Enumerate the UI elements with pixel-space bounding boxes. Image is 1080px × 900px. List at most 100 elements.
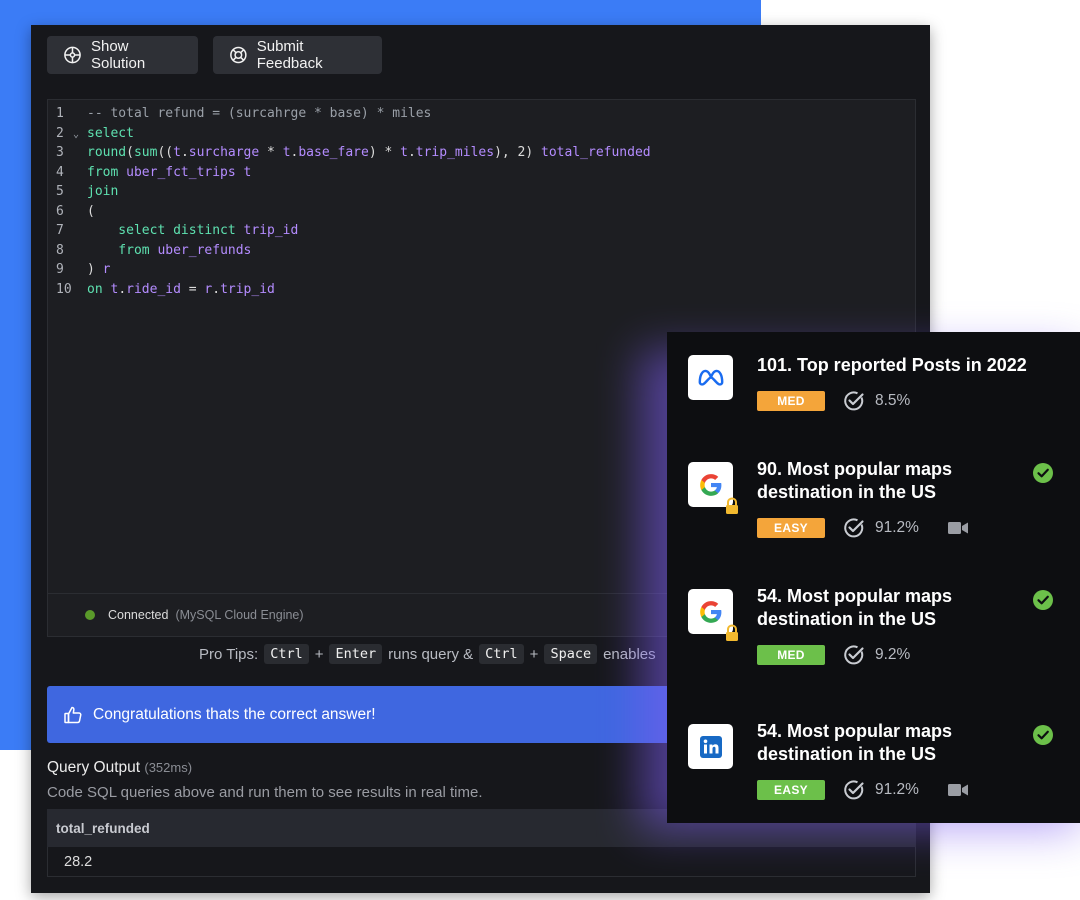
code-text: round(sum((t.surcharge * t.base_fare) * … bbox=[87, 143, 651, 163]
code-token: ride_id bbox=[126, 281, 181, 297]
kbd-plus-2: + bbox=[529, 645, 539, 663]
question-list-panel: 101. Top reported Posts in 2022 MED 8.5% 90… bbox=[667, 332, 1080, 823]
code-token: base_fare bbox=[298, 145, 369, 160]
question-title[interactable]: 54. Most popular maps destination in the… bbox=[757, 720, 1027, 766]
acceptance-rate-icon bbox=[844, 780, 864, 800]
code-line: 3 round(sum((t.surcharge * t.base_fare) *… bbox=[48, 143, 915, 163]
acceptance-rate-icon bbox=[844, 645, 864, 665]
code-token: . bbox=[118, 281, 127, 297]
code-line: 8 from uber_refunds bbox=[48, 241, 915, 261]
line-number: 6 bbox=[56, 203, 64, 219]
question-card[interactable]: 90. Most popular maps destination in the… bbox=[667, 458, 1080, 558]
code-token: . bbox=[180, 145, 189, 160]
result-cell: 28.2 bbox=[47, 847, 916, 877]
code-token: on bbox=[87, 281, 111, 297]
question-title[interactable]: 90. Most popular maps destination in the… bbox=[757, 458, 1027, 504]
tips-runs-text: runs query & bbox=[388, 645, 474, 663]
query-output-label: Query Output bbox=[47, 759, 141, 776]
fold-chevron-icon[interactable]: ⌄ bbox=[73, 125, 79, 145]
solved-check-icon bbox=[1033, 463, 1053, 483]
code-token: round bbox=[87, 145, 127, 160]
code-text: from uber_fct_trips t bbox=[87, 163, 251, 183]
video-icon[interactable] bbox=[947, 520, 969, 536]
acceptance-rate: 8.5% bbox=[875, 392, 911, 409]
acceptance-rate: 91.2% bbox=[875, 519, 919, 536]
question-title[interactable]: 54. Most popular maps destination in the… bbox=[757, 585, 1027, 631]
acceptance-rate-icon bbox=[844, 518, 864, 538]
pro-tips-label: Pro Tips: bbox=[199, 645, 259, 663]
code-line: 5 join bbox=[48, 182, 915, 202]
line-number: 1 bbox=[56, 106, 64, 121]
linkedin-icon bbox=[699, 735, 722, 758]
code-token: uber_fct_trips t bbox=[126, 164, 252, 180]
lifebuoy-icon bbox=[64, 46, 81, 64]
kbd-ctrl: Ctrl bbox=[264, 644, 309, 664]
code-text: select bbox=[87, 124, 134, 144]
code-token: r bbox=[102, 262, 111, 277]
question-card[interactable]: 54. Most popular maps destination in the… bbox=[667, 720, 1080, 820]
lock-icon bbox=[726, 624, 738, 641]
code-token: (( bbox=[157, 145, 174, 160]
line-number: 7 bbox=[56, 223, 64, 238]
code-token: ), 2) bbox=[494, 145, 542, 160]
code-text: ( bbox=[87, 202, 95, 222]
kbd-ctrl-2: Ctrl bbox=[479, 644, 524, 664]
show-solution-button[interactable]: Show Solution bbox=[47, 36, 198, 74]
difficulty-badge: MED bbox=[757, 391, 825, 411]
question-card[interactable]: 54. Most popular maps destination in the… bbox=[667, 585, 1080, 685]
submit-feedback-button[interactable]: Submit Feedback bbox=[213, 36, 382, 74]
code-token: ) * bbox=[368, 145, 401, 160]
question-card[interactable]: 101. Top reported Posts in 2022 MED 8.5% bbox=[667, 354, 1080, 454]
code-token: select bbox=[87, 125, 134, 141]
code-line: 6( bbox=[48, 202, 915, 222]
code-token: -- total refund = (surcahrge * base) * m… bbox=[87, 106, 432, 121]
code-token: * bbox=[259, 145, 283, 160]
query-output-time: (352ms) bbox=[144, 760, 193, 775]
code-line: 4 from uber_fct_trips t bbox=[48, 163, 915, 183]
question-meta: MED 9.2% bbox=[757, 644, 910, 666]
code-text: ) r bbox=[87, 260, 110, 280]
code-token: from bbox=[87, 164, 127, 180]
code-token: trip_miles bbox=[415, 145, 495, 160]
question-title[interactable]: 101. Top reported Posts in 2022 bbox=[757, 354, 1027, 377]
code-token: . bbox=[407, 145, 416, 160]
line-number: 10 bbox=[56, 281, 72, 297]
code-token: t bbox=[282, 145, 291, 160]
code-line: 2 ⌄ select bbox=[48, 124, 915, 144]
acceptance-rate: 91.2% bbox=[875, 781, 919, 798]
status-engine: (MySQL Cloud Engine) bbox=[175, 608, 304, 622]
company-logo bbox=[688, 724, 733, 769]
help-ring-icon bbox=[230, 46, 247, 64]
query-output-description: Code SQL queries above and run them to s… bbox=[47, 784, 483, 801]
code-token: ( bbox=[126, 145, 134, 160]
line-number: 3 bbox=[56, 145, 64, 160]
code-token: = bbox=[180, 281, 205, 297]
code-token: total_refunded bbox=[541, 145, 651, 160]
difficulty-badge: MED bbox=[757, 645, 825, 665]
status-dot-icon bbox=[85, 610, 95, 620]
line-number: 5 bbox=[56, 184, 64, 199]
code-token: ( bbox=[87, 203, 95, 219]
code-token: select distinct bbox=[87, 223, 244, 238]
code-token: surcharge bbox=[188, 145, 260, 160]
code-token: join bbox=[87, 184, 119, 199]
video-icon[interactable] bbox=[947, 782, 969, 798]
code-token: ) bbox=[87, 262, 103, 277]
google-icon bbox=[699, 473, 721, 496]
code-token: . bbox=[212, 281, 221, 297]
question-meta: EASY 91.2% bbox=[757, 517, 969, 539]
thumbs-up-icon bbox=[64, 706, 82, 723]
google-icon bbox=[699, 600, 721, 623]
acceptance-rate-icon bbox=[844, 391, 864, 411]
code-text: on t.ride_id = r.trip_id bbox=[87, 280, 275, 300]
code-token: t bbox=[400, 145, 408, 160]
code-token: trip_id bbox=[220, 281, 275, 297]
kbd-enter: Enter bbox=[329, 644, 383, 664]
company-logo bbox=[688, 462, 738, 514]
line-number: 2 bbox=[56, 125, 64, 141]
pro-tips: Pro Tips: Ctrl + Enter runs query & Ctrl… bbox=[199, 644, 656, 664]
company-logo bbox=[688, 355, 733, 400]
kbd-space: Space bbox=[544, 644, 598, 664]
code-line: 1 -- total refund = (surcahrge * base) * … bbox=[48, 104, 915, 124]
submit-feedback-label: Submit Feedback bbox=[256, 38, 323, 72]
